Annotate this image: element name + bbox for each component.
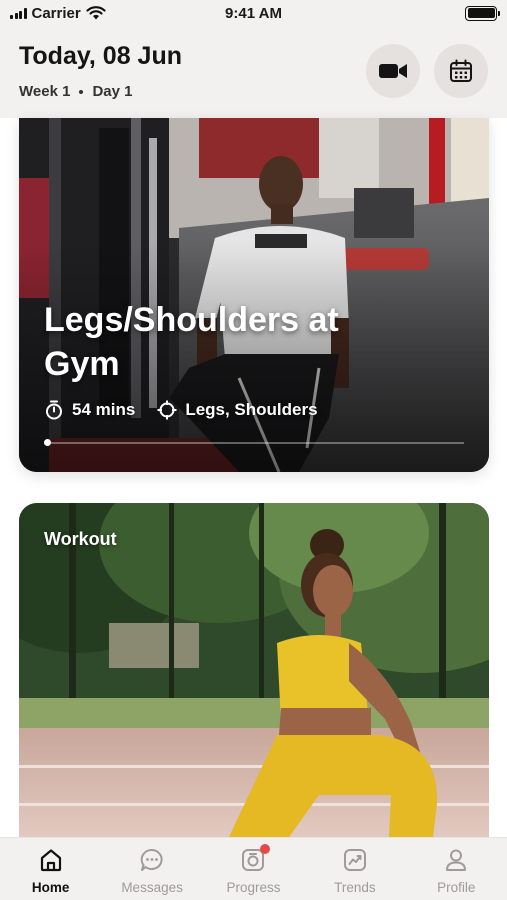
carousel-indicator[interactable] (44, 439, 51, 446)
workout-meta: 54 mins Legs, Shoulders (44, 400, 318, 420)
video-button[interactable] (366, 44, 420, 98)
tab-bar: Home Messages Progress Trends Profile (0, 837, 507, 900)
separator-dot (79, 89, 84, 94)
duration-text: 54 mins (72, 400, 136, 419)
status-bar: Carrier 9:41 AM (0, 0, 507, 26)
tab-messages[interactable]: Messages (102, 838, 203, 895)
stopwatch-icon (46, 400, 62, 420)
home-icon (37, 846, 65, 874)
tab-profile[interactable]: Profile (406, 838, 507, 895)
workout-title: Legs/Shoulders at Gym (44, 301, 339, 383)
status-time: 9:41 AM (225, 4, 282, 22)
target-text: Legs, Shoulders (185, 400, 318, 419)
tab-home-label: Home (31, 880, 70, 895)
day-label: Day 1 (92, 83, 133, 100)
gym-workout-card[interactable]: Legs/Shoulders at Gym 54 mins Legs, Shou… (19, 118, 489, 472)
tab-progress[interactable]: Progress (203, 838, 304, 895)
duration-meta: 54 mins (44, 400, 135, 420)
chat-icon (138, 846, 166, 874)
crosshair-icon (157, 400, 177, 420)
week-day-subtitle: Week 1 Day 1 (19, 83, 132, 100)
target-meta: Legs, Shoulders (157, 400, 318, 420)
tab-messages-label: Messages (121, 880, 183, 895)
user-icon (442, 846, 470, 874)
signal-icon (10, 7, 27, 19)
workout-photo (19, 503, 489, 837)
tab-trends[interactable]: Trends (304, 838, 405, 895)
tab-home[interactable]: Home (0, 838, 101, 895)
tab-profile-label: Profile (437, 880, 476, 895)
workout-card[interactable]: Workout (19, 503, 489, 837)
week-label: Week 1 (19, 83, 71, 100)
status-left: Carrier (10, 5, 106, 22)
header: Today, 08 Jun Week 1 Day 1 (0, 26, 507, 118)
notification-badge (260, 844, 271, 854)
workout-label: Workout (44, 529, 117, 549)
trend-chart-icon (341, 846, 369, 874)
battery-icon (465, 5, 500, 21)
calendar-button[interactable] (434, 44, 488, 98)
carrier-label: Carrier (31, 4, 81, 22)
video-camera-icon (379, 64, 407, 78)
camera-icon (239, 844, 271, 874)
tab-trends-label: Trends (334, 880, 376, 895)
carousel-track (44, 442, 464, 444)
page-title: Today, 08 Jun (19, 42, 183, 70)
wifi-icon (86, 6, 106, 20)
tab-progress-label: Progress (226, 880, 281, 895)
calendar-icon (450, 59, 472, 82)
